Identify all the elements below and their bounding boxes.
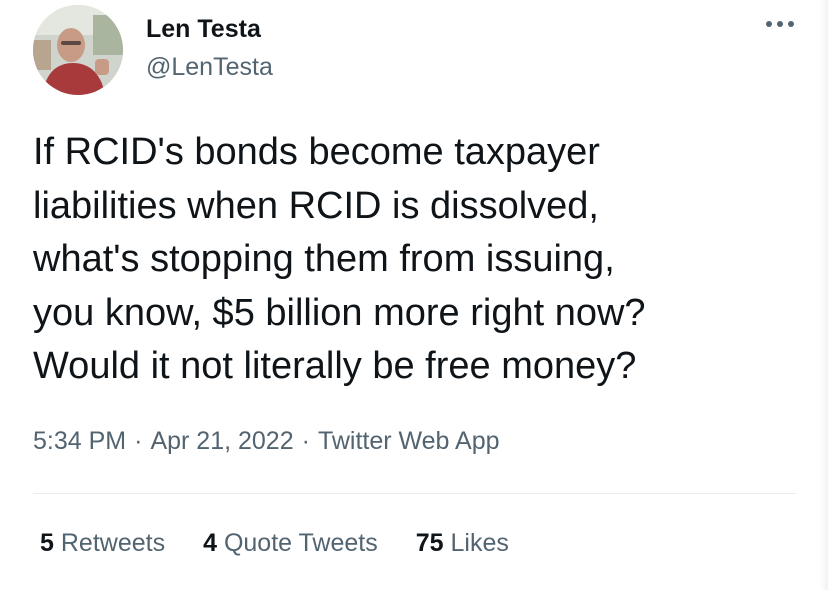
retweets-stat[interactable]: 5 Retweets <box>40 526 165 560</box>
likes-label: Likes <box>450 529 509 557</box>
tweet-text-line: If RCID's bonds become taxpayer <box>33 131 600 173</box>
ellipsis-horizontal-icon <box>766 21 794 27</box>
tweet-source-app[interactable]: Twitter Web App <box>318 427 500 455</box>
tweet-text: If RCID's bonds become taxpayer liabilit… <box>33 126 793 394</box>
tweet-text-line: you know, $5 billion more right now? <box>33 291 646 334</box>
retweets-count: 5 <box>40 529 54 557</box>
quote-tweets-count: 4 <box>203 529 217 557</box>
display-name[interactable]: Len Testa <box>146 13 261 45</box>
engagement-stats: 5 Retweets 4 Quote Tweets 75 Likes <box>40 526 547 560</box>
meta-separator: · <box>301 427 310 455</box>
tweet-date[interactable]: Apr 21, 2022 <box>150 427 293 455</box>
page-edge-shadow <box>820 0 828 590</box>
more-options-button[interactable] <box>762 12 798 36</box>
likes-count: 75 <box>415 529 444 557</box>
tweet-text-line: what's stopping them from issuing, <box>33 238 615 280</box>
likes-stat[interactable]: 75 Likes <box>416 526 509 560</box>
retweets-label: Retweets <box>60 529 166 557</box>
divider <box>33 493 796 494</box>
tweet-detail: Len Testa @LenTesta If RCID's bonds beco… <box>0 0 828 590</box>
quote-tweets-label: Quote Tweets <box>223 529 378 557</box>
avatar[interactable] <box>33 5 123 95</box>
quote-tweets-stat[interactable]: 4 Quote Tweets <box>203 526 378 560</box>
user-handle[interactable]: @LenTesta <box>146 51 273 83</box>
tweet-metadata: 5:34 PM · Apr 21, 2022 · Twitter Web App <box>33 424 500 458</box>
tweet-text-line: liabilities when RCID is dissolved, <box>33 184 599 227</box>
meta-separator: · <box>134 427 143 455</box>
avatar-photo-icon <box>33 5 123 95</box>
tweet-text-line: Would it not literally be free money? <box>33 345 637 387</box>
tweet-time[interactable]: 5:34 PM <box>33 427 126 455</box>
